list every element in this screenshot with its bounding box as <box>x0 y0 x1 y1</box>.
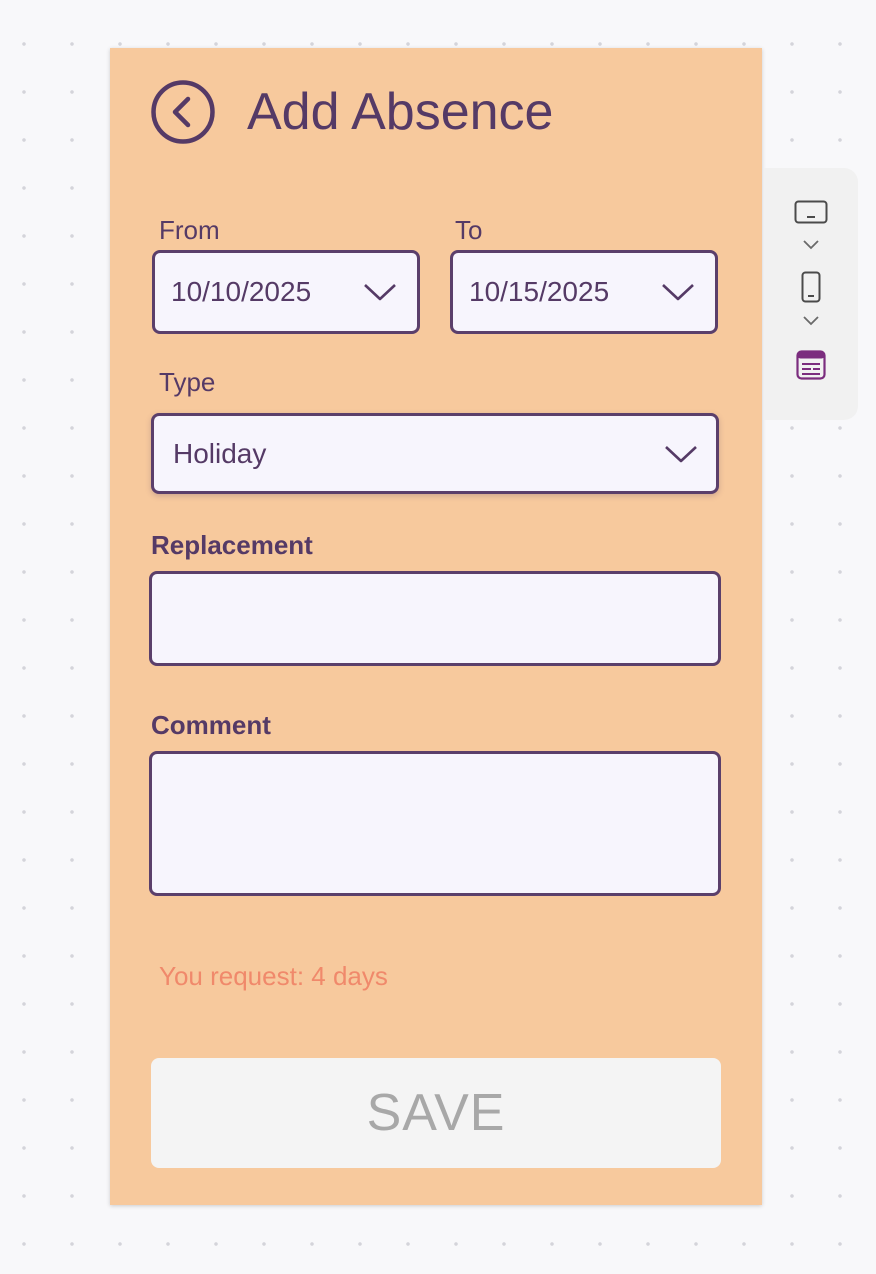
type-value: Holiday <box>173 437 267 469</box>
type-label: Type <box>159 367 216 397</box>
comment-label: Comment <box>151 710 271 740</box>
save-button[interactable]: SAVE <box>151 1058 721 1168</box>
add-absence-screen: Add Absence From 10/10/2025 To 10/15/202… <box>110 48 762 1205</box>
chevron-down-icon <box>662 284 694 301</box>
comment-textarea[interactable] <box>149 751 721 896</box>
to-label: To <box>455 215 483 245</box>
replacement-input[interactable] <box>149 571 721 666</box>
chevron-down-icon[interactable] <box>802 315 820 327</box>
back-button[interactable] <box>151 80 215 144</box>
type-dropdown[interactable]: Holiday <box>151 413 719 494</box>
to-date-value: 10/15/2025 <box>469 276 610 307</box>
to-date-dropdown[interactable]: 10/15/2025 <box>450 250 718 334</box>
chevron-down-icon <box>665 445 697 462</box>
from-label: From <box>159 215 220 245</box>
chevron-down-icon[interactable] <box>802 239 820 251</box>
phone-portrait-icon[interactable] <box>801 271 821 303</box>
page-title: Add Absence <box>247 83 554 141</box>
form-layout-icon[interactable] <box>796 350 826 380</box>
request-summary: You request: 4 days <box>159 961 388 991</box>
tablet-landscape-icon[interactable] <box>794 200 828 224</box>
device-preview-panel <box>764 168 858 420</box>
from-date-dropdown[interactable]: 10/10/2025 <box>152 250 420 334</box>
replacement-label: Replacement <box>151 530 313 560</box>
from-date-value: 10/10/2025 <box>171 276 312 307</box>
chevron-down-icon <box>364 284 396 301</box>
chevron-left-circle-icon <box>151 80 215 144</box>
